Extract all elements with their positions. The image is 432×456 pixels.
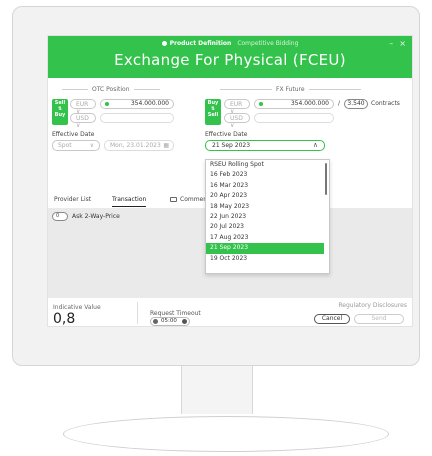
otc-ccy2-amount-input[interactable] xyxy=(100,113,174,123)
divider xyxy=(62,89,88,90)
fx-ccy2-select[interactable]: USD ∨ xyxy=(224,113,250,129)
dropdown-item[interactable]: 16 Feb 2023 xyxy=(206,170,324,180)
divider xyxy=(220,89,272,90)
request-timeout-label: Request Timeout xyxy=(150,310,201,317)
fx-buy-sell-toggle[interactable]: Buy ⇅ Sell xyxy=(205,99,221,125)
tab-provider-list[interactable]: Provider List xyxy=(54,196,91,206)
calendar-icon: ▦ xyxy=(163,142,169,149)
ask-2way-toggle[interactable]: 0 xyxy=(52,212,68,221)
tab-competitive-bidding[interactable]: Competitive Bidding xyxy=(237,40,298,47)
minimize-icon[interactable]: – xyxy=(389,39,393,48)
status-dot-icon xyxy=(105,102,109,106)
fx-effective-date-label: Effective Date xyxy=(205,131,248,138)
active-tab-dot-icon xyxy=(161,41,167,46)
dropdown-scrollbar[interactable] xyxy=(325,163,327,195)
comment-icon xyxy=(170,197,177,202)
otc-buy-label: Buy xyxy=(54,112,66,118)
otc-amount-input[interactable]: 354.000.000 xyxy=(100,99,174,109)
fx-amount-input[interactable]: 354.000.000 xyxy=(254,99,334,109)
dropdown-item[interactable]: 20 Apr 2023 xyxy=(206,191,324,201)
chevron-up-icon: ∧ xyxy=(312,141,318,149)
footer: Indicative Value 0,8 Request Timeout 05:… xyxy=(48,298,412,326)
timer-icon xyxy=(153,319,158,324)
window-title: Exchange For Physical (FCEU) xyxy=(114,51,346,69)
otc-effective-date-label: Effective Date xyxy=(52,131,95,138)
tab-transaction[interactable]: Transaction xyxy=(112,196,147,207)
dropdown-item-selected[interactable]: 21 Sep 2023 xyxy=(206,243,324,254)
monitor-neck xyxy=(181,366,253,414)
dropdown-item[interactable]: 22 Jun 2023 xyxy=(206,212,324,222)
regulatory-disclosures-link[interactable]: Regulatory Disclosures xyxy=(338,302,407,309)
contracts-label: Contracts xyxy=(371,100,400,107)
dropdown-item[interactable]: 19 Oct 2023 xyxy=(206,254,324,264)
dropdown-item[interactable]: RSEU Rolling Spot xyxy=(206,160,324,170)
otc-spot-select[interactable]: Spot ∨ xyxy=(52,140,100,151)
divider xyxy=(308,89,361,90)
dropdown-item[interactable]: 20 Jul 2023 xyxy=(206,222,324,232)
otc-ccy2-select[interactable]: USD ∨ xyxy=(70,113,96,129)
divider xyxy=(137,302,138,324)
otc-section-title: OTC Position xyxy=(62,86,160,93)
window-header: Product Definition Competitive Bidding Ex… xyxy=(48,36,412,78)
dropdown-item[interactable]: 16 Mar 2023 xyxy=(206,181,324,191)
dropdown-item[interactable]: 17 Aug 2023 xyxy=(206,233,324,243)
header-tabs: Product Definition Competitive Bidding xyxy=(48,40,412,47)
status-dot-icon xyxy=(259,102,263,106)
request-timeout-stepper[interactable]: 05:00 xyxy=(150,317,190,326)
indicative-value-label: Indicative Value xyxy=(53,304,101,311)
slash-separator: / xyxy=(338,100,341,107)
date-dropdown-list: RSEU Rolling Spot 16 Feb 2023 16 Mar 202… xyxy=(205,159,330,274)
cancel-button[interactable]: Cancel xyxy=(314,314,350,324)
dropdown-item[interactable]: 18 May 2023 xyxy=(206,202,324,212)
otc-ccy1-select[interactable]: EUR ∨ xyxy=(70,99,96,115)
stepper-icon[interactable] xyxy=(182,319,187,324)
otc-date-input[interactable]: Mon, 23.01.2023 ▦ xyxy=(104,140,174,151)
divider xyxy=(133,89,160,90)
fx-ccy2-amount-input[interactable] xyxy=(254,113,334,123)
indicative-value: 0,8 xyxy=(53,311,76,326)
fx-section-title: FX Future xyxy=(220,86,361,93)
tab-product-definition[interactable]: Product Definition xyxy=(170,40,232,47)
monitor-stand-base xyxy=(63,416,389,452)
otc-title: OTC Position xyxy=(92,86,130,93)
fx-ccy1-select[interactable]: EUR ∨ xyxy=(224,99,250,115)
send-button[interactable]: Send xyxy=(354,314,404,324)
otc-sell-buy-toggle[interactable]: Sell ⇅ Buy xyxy=(52,99,68,125)
ask-2way-label: Ask 2-Way-Price xyxy=(72,213,120,220)
fx-sell-label: Sell xyxy=(207,112,219,118)
efp-window: Product Definition Competitive Bidding Ex… xyxy=(48,36,412,326)
fx-date-select[interactable]: 21 Sep 2023 ∧ xyxy=(205,140,325,151)
fx-title: FX Future xyxy=(276,86,305,93)
window-controls: – × xyxy=(383,39,406,48)
contracts-input[interactable]: 3.540 xyxy=(344,99,368,109)
close-icon[interactable]: × xyxy=(399,39,406,48)
